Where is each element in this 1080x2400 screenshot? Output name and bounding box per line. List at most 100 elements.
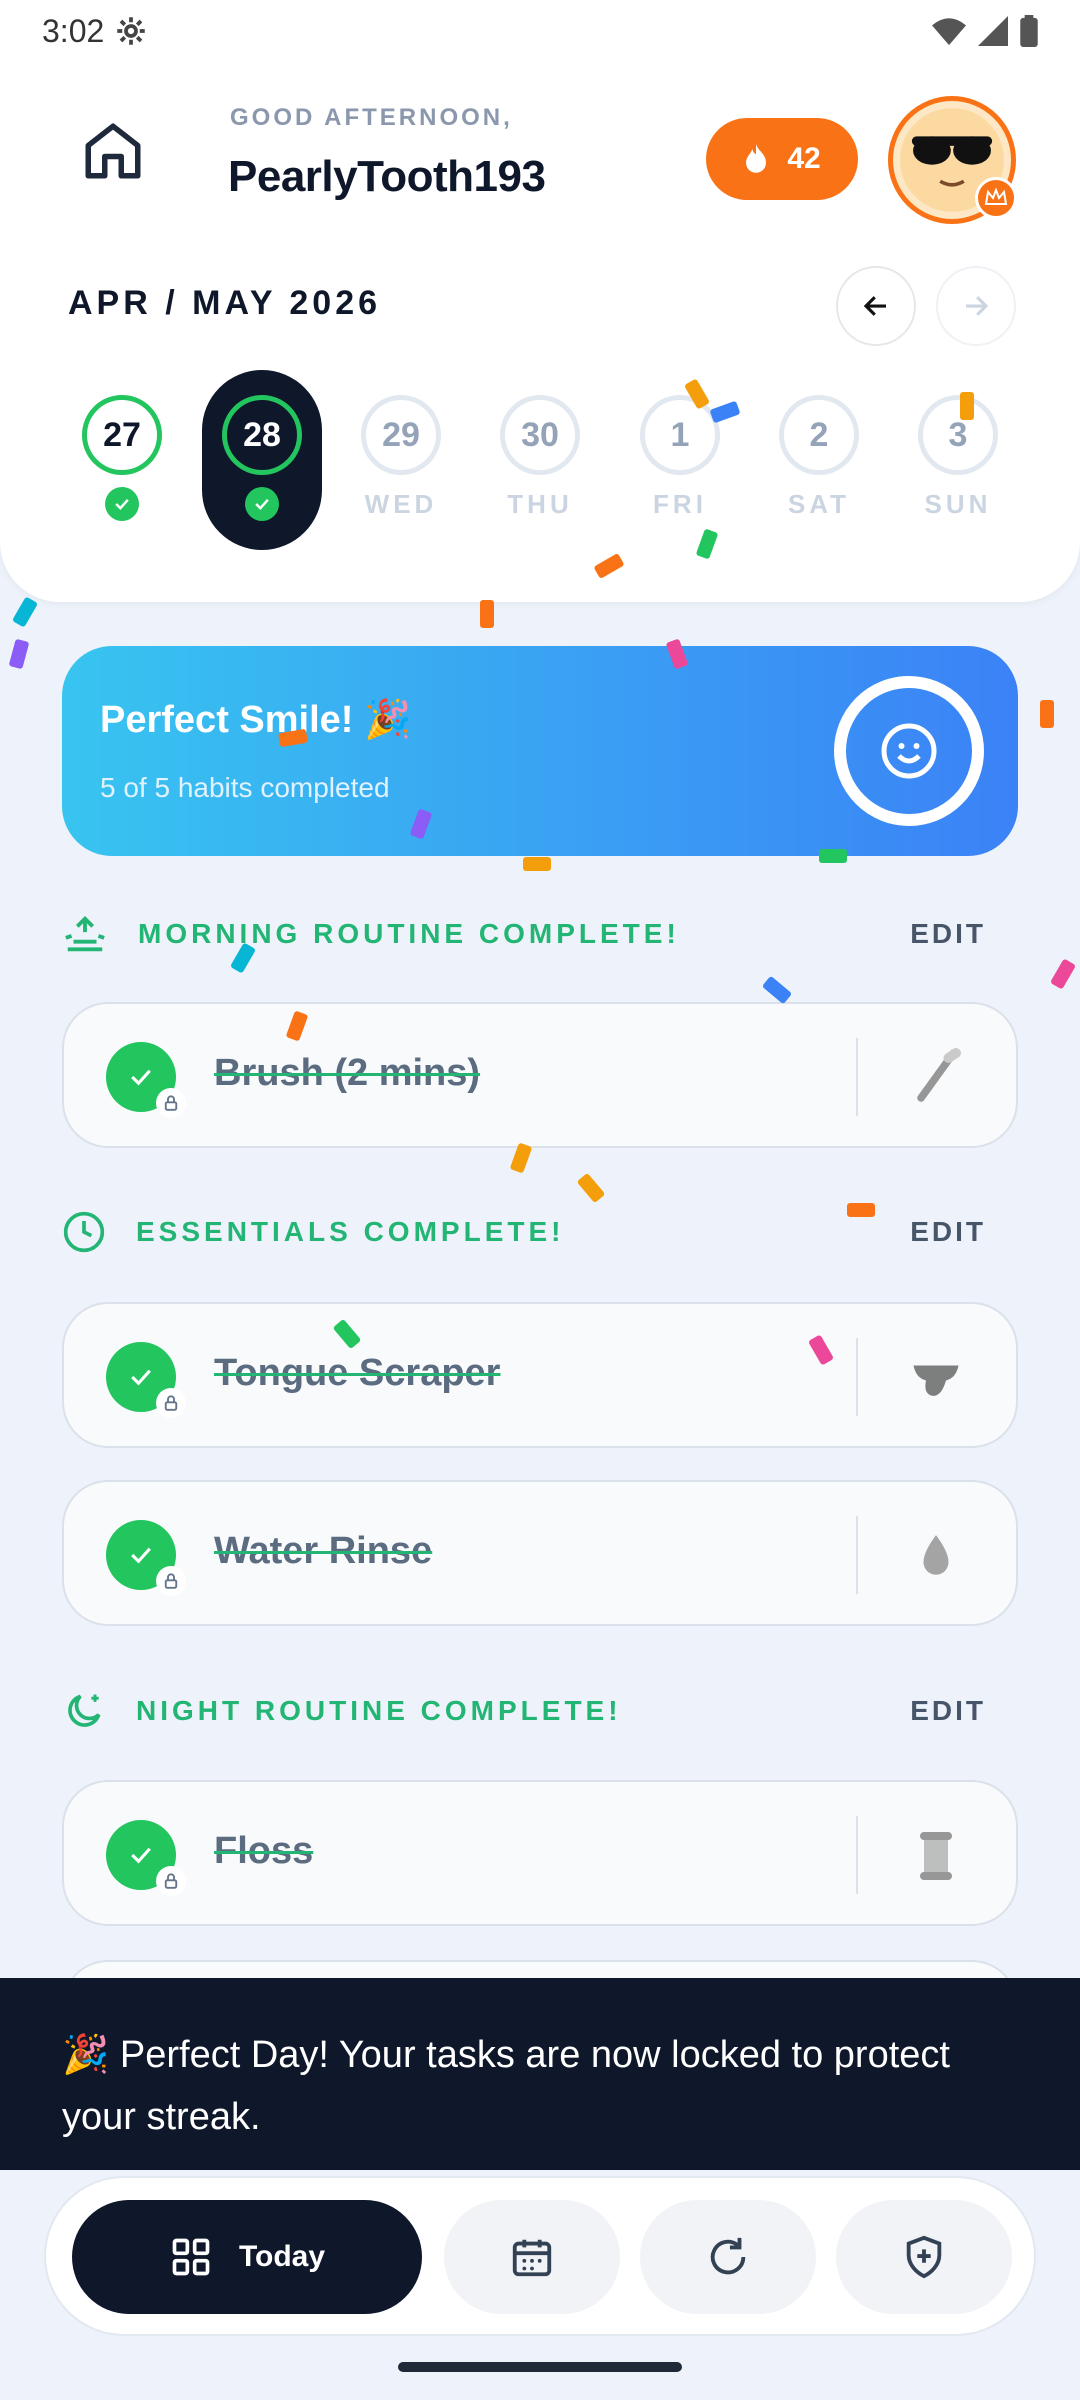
tab-today[interactable]: Today [72, 2200, 422, 2314]
sunrise-icon [65, 915, 105, 952]
task-name: Floss [214, 1830, 314, 1872]
bottom-navigation: Today [44, 2176, 1036, 2336]
previous-week-button[interactable] [836, 266, 916, 346]
snackbar-message: 🎉 Perfect Day! Your tasks are now locked… [62, 2034, 950, 2138]
perfect-day-snackbar: 🎉 Perfect Day! Your tasks are now locked… [0, 1978, 1080, 2170]
month-label: APR / MAY 2026 [68, 284, 382, 322]
confetti-piece [523, 857, 551, 871]
battery-icon [1020, 15, 1038, 47]
task-name: Tongue Scraper [214, 1352, 501, 1394]
day-name: SUN [924, 489, 992, 519]
day-item-28[interactable]: 28 [202, 370, 322, 550]
task-name: Water Rinse [214, 1530, 433, 1572]
home-indicator[interactable] [398, 2362, 682, 2372]
tab-protection[interactable] [836, 2200, 1012, 2314]
confetti-piece [1040, 700, 1054, 728]
clock-icon [63, 1211, 105, 1253]
task-floss[interactable]: Floss [62, 1780, 1018, 1926]
banner-subtitle: 5 of 5 habits completed [100, 772, 390, 803]
confetti-piece [847, 1203, 875, 1217]
day-name: SAT [787, 489, 851, 519]
day-number: 30 [500, 395, 580, 475]
toothbrush-icon [900, 1042, 972, 1114]
crown-icon [984, 188, 1008, 205]
task-name: Brush (2 mins) [214, 1052, 481, 1094]
section-label: ESSENTIALS COMPLETE! [136, 1216, 565, 1247]
banner-title: Perfect Smile! 🎉 [100, 699, 412, 741]
crown-badge [975, 177, 1017, 219]
task-water-rinse[interactable]: Water Rinse [62, 1480, 1018, 1626]
check-icon [105, 487, 139, 521]
lock-icon [156, 1088, 186, 1118]
section-header-morning: MORNING ROUTINE COMPLETE! EDIT [62, 909, 1018, 959]
home-icon [85, 123, 141, 179]
avatar[interactable] [888, 96, 1017, 224]
lock-icon [156, 1388, 186, 1418]
confetti-piece [761, 975, 793, 1005]
arrow-right-icon [966, 296, 989, 316]
streak-count: 42 [787, 142, 821, 175]
day-name: WED [364, 489, 438, 519]
day-number: 2 [779, 395, 859, 475]
day-number: 28 [222, 395, 302, 475]
arrow-left-icon [863, 296, 886, 316]
check-icon [245, 487, 279, 521]
edit-essentials-button[interactable]: EDIT [910, 1216, 986, 1248]
username: PearlyTooth193 [228, 152, 546, 201]
day-name: THU [507, 489, 573, 519]
task-brush[interactable]: Brush (2 mins) [62, 1002, 1018, 1148]
section-header-night: NIGHT ROUTINE COMPLETE! EDIT [62, 1686, 1018, 1736]
section-label: NIGHT ROUTINE COMPLETE! [136, 1695, 622, 1726]
progress-ring [834, 676, 984, 826]
day-item-2[interactable]: 2 SAT [759, 370, 879, 550]
next-week-button[interactable] [936, 266, 1016, 346]
day-item-27[interactable]: 27 [62, 370, 182, 550]
day-item-30[interactable]: 30 THU [480, 370, 600, 550]
home-button[interactable] [80, 118, 146, 184]
day-number: 3 [918, 395, 998, 475]
thread-spool-icon [900, 1820, 972, 1892]
confetti-piece [960, 392, 974, 420]
tab-calendar[interactable] [444, 2200, 620, 2314]
tab-today-label: Today [238, 2240, 326, 2273]
day-item-3[interactable]: 3 SUN [898, 370, 1018, 550]
header-card: 3:02 GOOD AFTERNOON, PearlyTooth193 42 A… [0, 0, 1080, 602]
day-item-1[interactable]: 1 FRI [620, 370, 740, 550]
edit-night-button[interactable]: EDIT [910, 1695, 986, 1727]
lock-icon [156, 1566, 186, 1596]
check-icon [131, 1547, 151, 1564]
calendar-icon [512, 2239, 552, 2277]
moon-icon [68, 1694, 101, 1727]
smile-icon [881, 723, 937, 779]
confetti-piece [11, 596, 39, 628]
wifi-icon [932, 18, 966, 46]
refresh-icon [710, 2237, 746, 2275]
task-tongue-scraper[interactable]: Tongue Scraper [62, 1302, 1018, 1448]
settings-gear-icon [117, 17, 146, 45]
confetti-piece [576, 1172, 606, 1204]
droplet-icon [900, 1520, 972, 1592]
tongue-icon [900, 1342, 972, 1414]
confetti-piece [1049, 958, 1077, 990]
confetti-piece [819, 849, 847, 863]
check-icon [131, 1847, 151, 1864]
streak-badge[interactable]: 42 [706, 118, 858, 200]
day-number: 1 [640, 395, 720, 475]
status-bar: 3:02 [0, 0, 1080, 62]
section-label: MORNING ROUTINE COMPLETE! [138, 918, 680, 949]
flame-icon [746, 144, 767, 173]
status-time: 3:02 [42, 12, 105, 49]
greeting-label: GOOD AFTERNOON, [230, 104, 513, 131]
day-name: FRI [653, 489, 707, 519]
lock-icon [156, 1866, 186, 1896]
edit-morning-button[interactable]: EDIT [910, 918, 986, 950]
shield-plus-icon [906, 2235, 942, 2279]
day-number: 29 [361, 395, 441, 475]
check-icon [131, 1369, 151, 1386]
perfect-smile-banner: Perfect Smile! 🎉 5 of 5 habits completed [62, 646, 1018, 856]
signal-icon [978, 16, 1008, 46]
check-icon [131, 1069, 151, 1086]
week-day-strip: 27 28 29 WED 30 THU 1 FRI 2 SAT 3 SUN [0, 370, 1080, 560]
tab-history[interactable] [640, 2200, 816, 2314]
day-item-29[interactable]: 29 WED [341, 370, 461, 550]
